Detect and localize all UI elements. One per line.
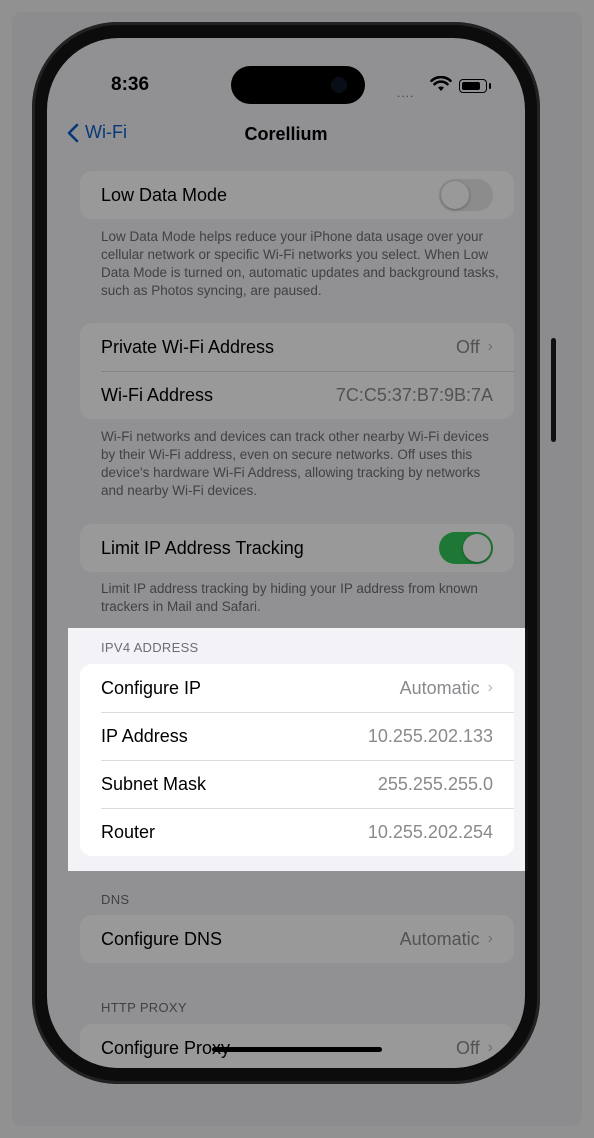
battery-icon	[459, 79, 491, 93]
wifi-address-value: 7C:C5:37:B7:9B:7A	[335, 384, 493, 405]
configure-ip-row[interactable]: Configure IP Automatic ›	[80, 664, 514, 712]
ip-address-label: IP Address	[101, 725, 188, 746]
wifi-icon	[430, 75, 452, 97]
subnet-mask-row: Subnet Mask 255.255.255.0	[80, 760, 514, 808]
dns-header: DNS	[101, 892, 130, 907]
low-data-toggle[interactable]	[439, 179, 493, 211]
private-address-row[interactable]: Private Wi-Fi Address Off ›	[80, 323, 514, 371]
router-value: 10.255.202.254	[367, 821, 493, 842]
ip-address-row: IP Address 10.255.202.133	[80, 712, 514, 760]
page-title: Corellium	[244, 124, 328, 144]
phone-screen: 8:36 .... Wi-Fi Corellium Low Data Mode …	[47, 38, 525, 1068]
chevron-right-icon: ›	[487, 1039, 493, 1056]
low-data-label: Low Data Mode	[101, 184, 228, 205]
ipv4-header: IPV4 ADDRESS	[101, 640, 199, 655]
configure-proxy-value-wrap: Off ›	[456, 1038, 493, 1059]
signal-icon: ....	[397, 86, 415, 100]
limit-ip-footer: Limit IP address tracking by hiding your…	[101, 581, 478, 614]
configure-dns-label: Configure DNS	[101, 928, 223, 949]
chevron-right-icon: ›	[487, 930, 493, 947]
configure-ip-value-wrap: Automatic ›	[400, 678, 493, 699]
configure-proxy-value: Off	[455, 1037, 480, 1058]
chevron-right-icon: ›	[487, 338, 493, 355]
ip-address-value: 10.255.202.133	[367, 725, 493, 746]
private-address-label: Private Wi-Fi Address	[101, 336, 275, 357]
http-proxy-header: HTTP PROXY	[101, 1000, 187, 1015]
limit-ip-label: Limit IP Address Tracking	[101, 537, 304, 558]
private-address-value: Off	[455, 336, 480, 357]
ipv4-group: Configure IP Automatic › IP Address 10.2…	[80, 664, 514, 856]
toggle-knob	[463, 534, 491, 562]
wifi-address-label: Wi-Fi Address	[101, 384, 214, 405]
configure-ip-value: Automatic	[399, 677, 480, 698]
home-indicator[interactable]	[212, 1047, 382, 1052]
router-label: Router	[101, 821, 156, 842]
router-row: Router 10.255.202.254	[80, 808, 514, 856]
configure-dns-value: Automatic	[399, 928, 480, 949]
chevron-right-icon: ›	[487, 679, 493, 696]
low-data-row: Low Data Mode	[80, 171, 514, 219]
subnet-mask-value: 255.255.255.0	[377, 773, 493, 794]
private-address-group: Private Wi-Fi Address Off › Wi-Fi Addres…	[80, 323, 514, 419]
limit-ip-toggle[interactable]	[439, 532, 493, 564]
camera-icon	[331, 77, 347, 93]
private-address-value-wrap: Off ›	[456, 337, 493, 358]
configure-proxy-label: Configure Proxy	[101, 1037, 231, 1058]
http-proxy-group: Configure Proxy Off ›	[80, 1024, 514, 1068]
configure-proxy-row[interactable]: Configure Proxy Off ›	[80, 1024, 514, 1068]
power-button[interactable]	[551, 338, 556, 442]
wifi-address-row: Wi-Fi Address 7C:C5:37:B7:9B:7A	[80, 371, 514, 419]
status-time: 8:36	[111, 74, 150, 95]
configure-dns-value-wrap: Automatic ›	[400, 929, 493, 950]
limit-ip-row: Limit IP Address Tracking	[80, 524, 514, 572]
dns-group: Configure DNS Automatic ›	[80, 915, 514, 963]
configure-dns-row[interactable]: Configure DNS Automatic ›	[80, 915, 514, 963]
toggle-knob	[441, 181, 469, 209]
low-data-group: Low Data Mode	[80, 171, 514, 219]
private-address-footer: Wi-Fi networks and devices can track oth…	[101, 429, 489, 498]
low-data-footer: Low Data Mode helps reduce your iPhone d…	[101, 229, 499, 298]
configure-ip-label: Configure IP	[101, 677, 202, 698]
dynamic-island	[231, 66, 365, 104]
subnet-mask-label: Subnet Mask	[101, 773, 207, 794]
limit-ip-group: Limit IP Address Tracking	[80, 524, 514, 572]
